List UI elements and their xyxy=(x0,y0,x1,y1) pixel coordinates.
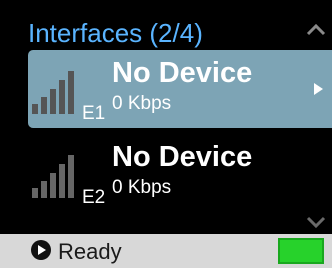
status-text: Ready xyxy=(58,239,122,264)
interface-code: E1 xyxy=(82,103,106,124)
interface-rate: 0 Kbps xyxy=(112,93,172,114)
interface-code: E2 xyxy=(82,187,106,208)
signal-bars-icon xyxy=(32,155,74,198)
chevron-up-icon[interactable] xyxy=(306,22,326,36)
chevron-down-icon[interactable] xyxy=(306,216,326,230)
interface-row-e1[interactable]: E1 No Device 0 Kbps xyxy=(28,50,332,128)
interface-row-e2[interactable]: E2 No Device 0 Kbps xyxy=(28,134,332,212)
interface-title: No Device xyxy=(112,57,253,89)
page-title: Interfaces (2/4) xyxy=(28,18,203,48)
play-circle-icon xyxy=(31,240,51,260)
battery-icon xyxy=(278,238,324,264)
title-bar: Interfaces (2/4) xyxy=(0,0,332,50)
status-bar: Ready xyxy=(0,234,332,268)
interface-title: No Device xyxy=(112,141,253,173)
triangle-right-icon xyxy=(314,83,323,95)
signal-bars-icon xyxy=(32,71,74,114)
device-screen: Interfaces (2/4) E1 No Device 0 Kbps E2 … xyxy=(0,0,332,268)
interface-rate: 0 Kbps xyxy=(112,177,172,198)
